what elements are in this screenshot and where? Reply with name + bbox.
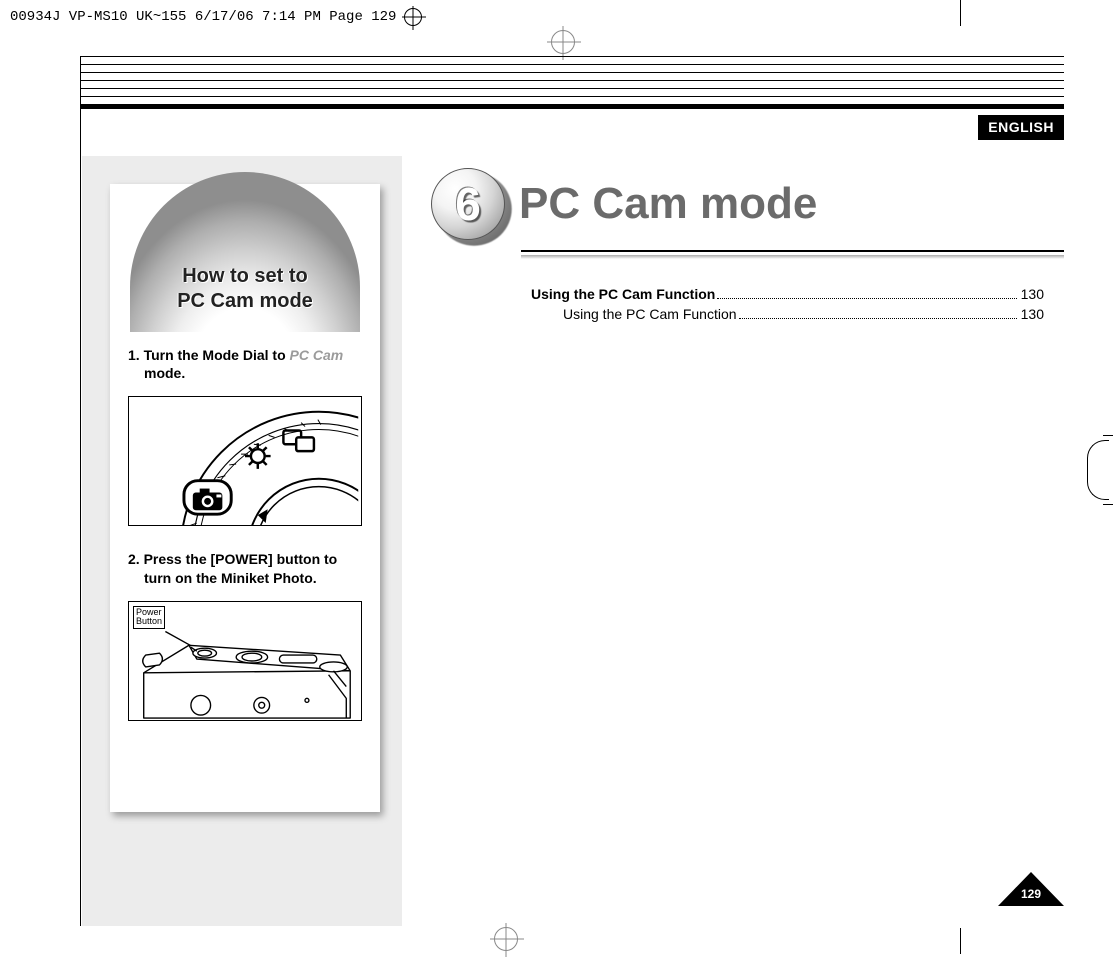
sidebar-arch: How to set to PC Cam mode xyxy=(130,172,360,332)
sidebar-title: How to set to PC Cam mode xyxy=(177,264,313,314)
page-frame: ENGLISH How to set to PC Cam mode 1. Tur… xyxy=(80,56,1060,926)
language-tab: ENGLISH xyxy=(978,115,1064,140)
print-header: 00934J VP-MS10 UK~155 6/17/06 7:14 PM Pa… xyxy=(10,8,422,26)
chapter-header: 6 PC Cam mode xyxy=(431,168,1064,240)
step-text: 1. Turn the Mode Dial to xyxy=(128,347,290,363)
toc-leader-dots xyxy=(739,318,1017,319)
toc-page: 130 xyxy=(1021,306,1044,322)
step-text: turn on the Miniket Photo. xyxy=(128,569,362,587)
page-number: 129 xyxy=(1021,887,1041,901)
registration-mark-icon xyxy=(494,927,518,951)
language-label: ENGLISH xyxy=(988,119,1054,135)
step-text-emphasis: PC Cam xyxy=(290,347,344,363)
callout-line: Button xyxy=(136,617,162,626)
toc-page: 130 xyxy=(1021,286,1044,302)
step-text: 2. Press the [POWER] button to xyxy=(128,551,337,567)
header-rules xyxy=(81,56,1064,109)
chapter-title: PC Cam mode xyxy=(519,179,817,229)
page-number-badge: 129 xyxy=(998,872,1064,906)
chapter-underline xyxy=(431,248,1064,262)
main-content: 6 PC Cam mode Using the PC Cam Function … xyxy=(431,168,1064,326)
crop-mark-icon xyxy=(1087,440,1109,500)
sidebar-title-line: PC Cam mode xyxy=(177,289,313,314)
mode-dial-illustration xyxy=(128,396,362,526)
sidebar-title-line: How to set to xyxy=(177,264,313,289)
crop-mark-icon xyxy=(960,928,961,954)
crop-mark-icon xyxy=(960,0,961,26)
toc-leader-dots xyxy=(717,298,1016,299)
toc-label: Using the PC Cam Function xyxy=(531,286,715,302)
power-button-illustration: Power Button xyxy=(128,601,362,721)
table-of-contents: Using the PC Cam Function 130 Using the … xyxy=(531,286,1044,322)
toc-label: Using the PC Cam Function xyxy=(563,306,737,322)
step-text: mode. xyxy=(128,364,362,382)
power-button-callout: Power Button xyxy=(133,606,165,629)
sidebar-background: How to set to PC Cam mode 1. Turn the Mo… xyxy=(82,156,402,926)
registration-mark-icon xyxy=(404,8,422,26)
step-2: 2. Press the [POWER] button to turn on t… xyxy=(110,536,380,592)
chapter-number: 6 xyxy=(455,177,481,231)
sidebar-card: How to set to PC Cam mode 1. Turn the Mo… xyxy=(110,184,380,812)
step-1: 1. Turn the Mode Dial to PC Cam mode. xyxy=(110,332,380,388)
print-header-text: 00934J VP-MS10 UK~155 6/17/06 7:14 PM Pa… xyxy=(10,9,396,25)
registration-mark-icon xyxy=(551,30,575,54)
chapter-number-disc: 6 xyxy=(431,168,505,240)
toc-entry: Using the PC Cam Function 130 xyxy=(563,306,1044,322)
toc-entry: Using the PC Cam Function 130 xyxy=(531,286,1044,302)
